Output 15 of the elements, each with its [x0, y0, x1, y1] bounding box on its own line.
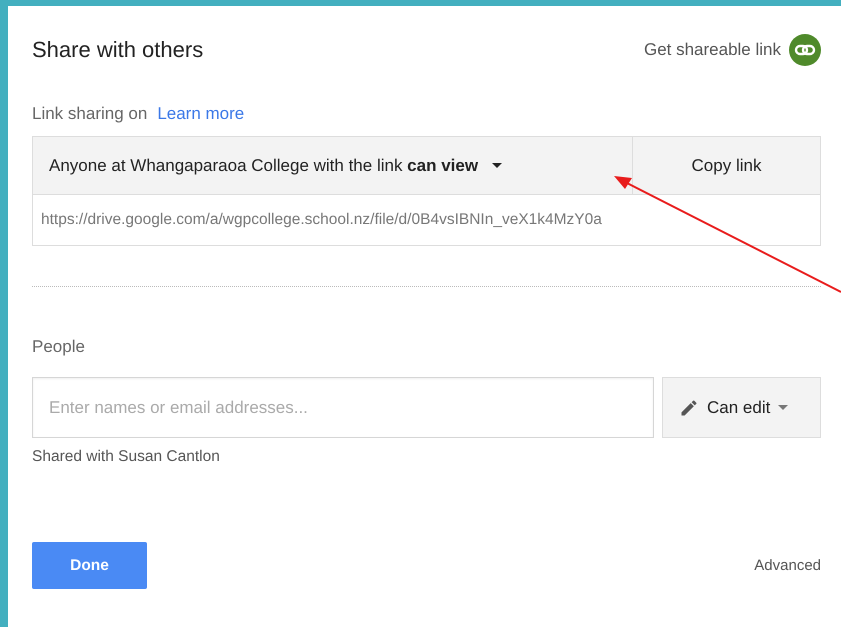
permission-dropdown[interactable]: Can edit: [662, 377, 821, 438]
people-input[interactable]: Enter names or email addresses...: [32, 377, 654, 438]
caret-icon: [492, 163, 502, 168]
shared-with-text: Shared with Susan Cantlon: [32, 448, 221, 466]
advanced-link[interactable]: Advanced: [754, 557, 821, 574]
url-field[interactable]: https://drive.google.com/a/wgpcollege.school.nz/file/d/0B4vsIBNIn_veX1k4MzY0a: [32, 195, 821, 246]
link-sharing-status: Link sharing on: [32, 104, 148, 124]
dialog-title: Share with others: [32, 37, 204, 63]
copy-link-button[interactable]: Copy link: [633, 137, 820, 194]
pencil-icon: [679, 398, 699, 418]
people-heading: People: [32, 337, 86, 357]
link-icon[interactable]: [789, 34, 821, 66]
shareable-link[interactable]: Get shareable link: [644, 40, 781, 60]
learn-more-link[interactable]: Learn more: [157, 104, 244, 124]
caret-icon: [778, 405, 788, 410]
